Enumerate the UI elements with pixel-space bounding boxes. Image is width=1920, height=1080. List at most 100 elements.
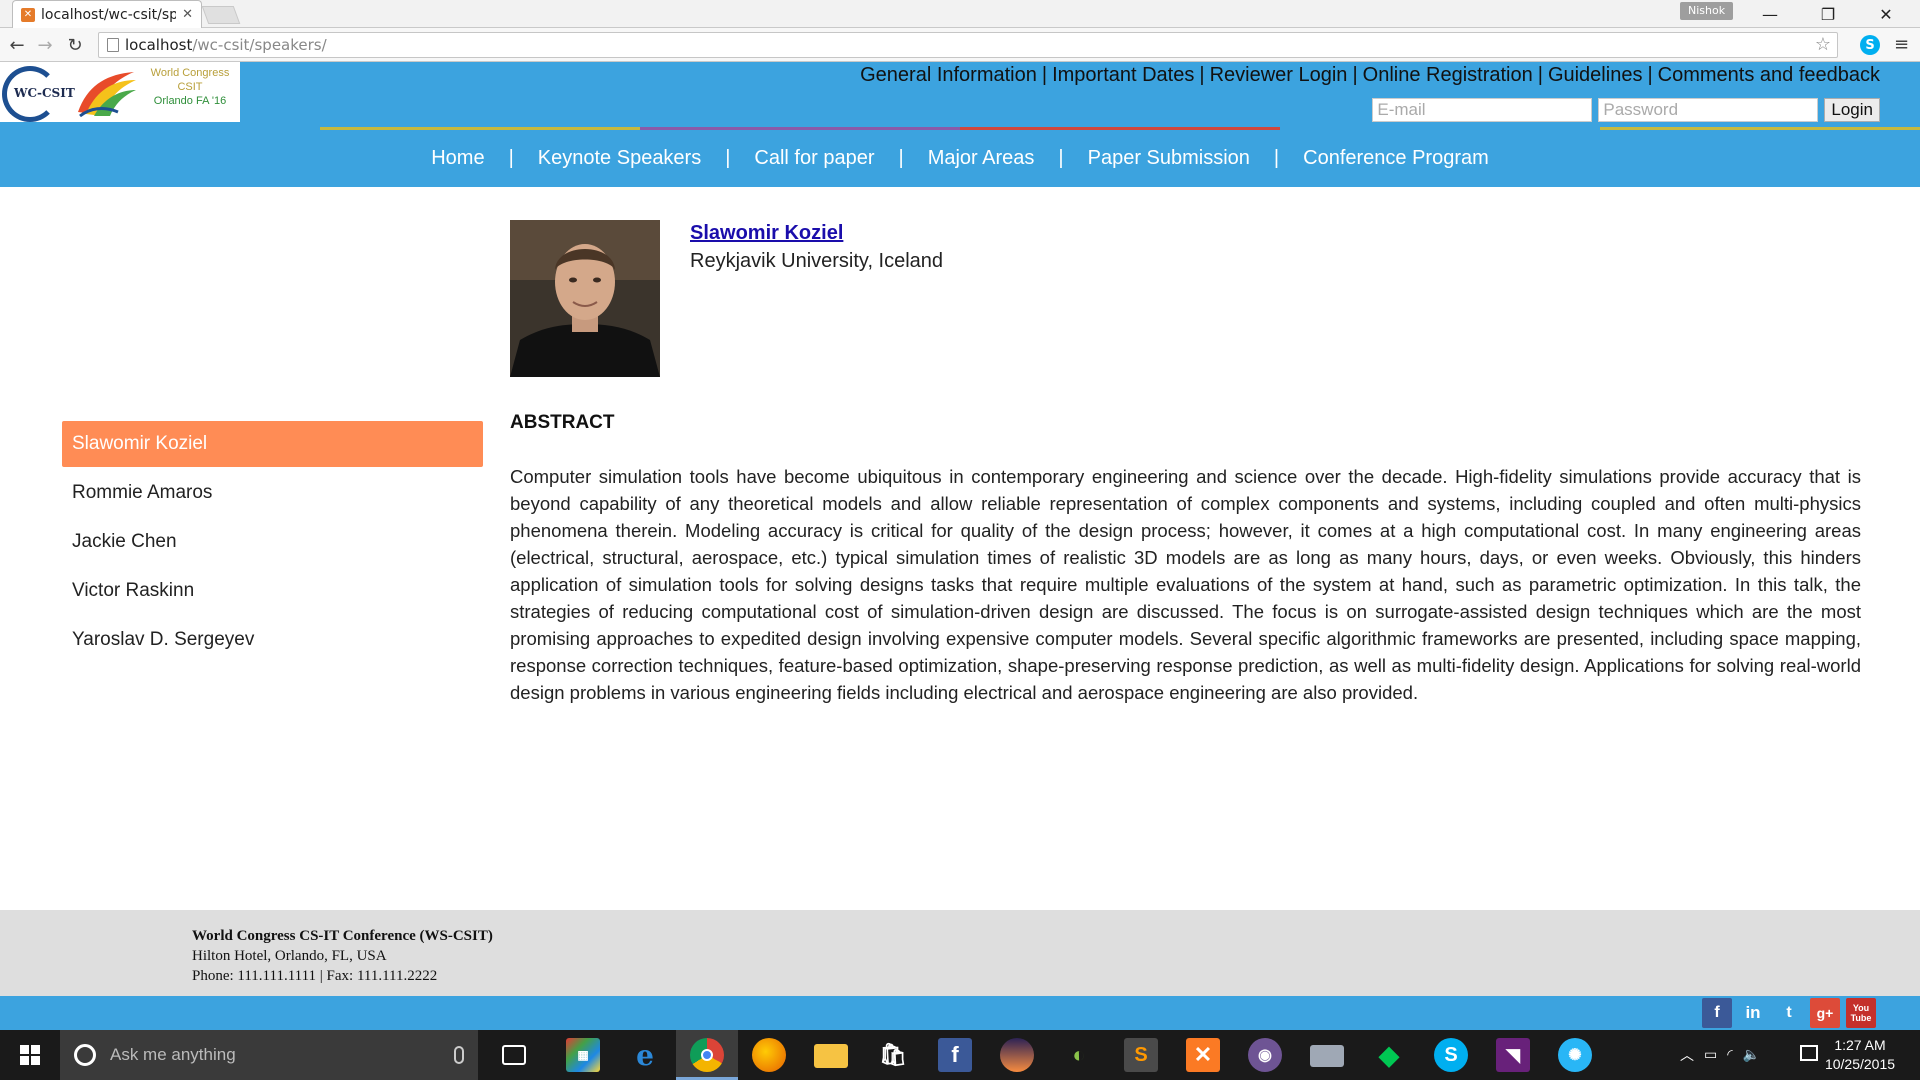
link-online-registration[interactable]: Online Registration	[1363, 64, 1533, 86]
nav-keynote-speakers[interactable]: Keynote Speakers	[514, 147, 725, 170]
xampp-icon[interactable]: ✕	[1186, 1038, 1220, 1072]
wifi-icon[interactable]: ◜	[1727, 1047, 1732, 1063]
login-form: Login	[1372, 98, 1880, 122]
skype-icon[interactable]: S	[1434, 1038, 1468, 1072]
site-footer: World Congress CS-IT Conference (WS-CSIT…	[0, 910, 1920, 996]
login-button[interactable]: Login	[1824, 98, 1880, 122]
clock-time: 1:27 AM	[1834, 1037, 1886, 1053]
logo-text: World Congress CSIT Orlando FA '16	[140, 66, 240, 108]
minimize-icon[interactable]: —	[1744, 0, 1796, 28]
youtube-icon[interactable]: You Tube	[1846, 998, 1876, 1028]
nav-call-for-paper[interactable]: Call for paper	[730, 147, 898, 170]
cortana-search[interactable]: Ask me anything	[60, 1030, 478, 1080]
tab-close-icon[interactable]: ✕	[182, 7, 193, 22]
nav-paper-submission[interactable]: Paper Submission	[1064, 147, 1274, 170]
footer-contact: World Congress CS-IT Conference (WS-CSIT…	[192, 926, 493, 986]
abstract-heading: ABSTRACT	[510, 412, 615, 433]
github-icon[interactable]: ◉	[1248, 1038, 1282, 1072]
clock-date: 10/25/2015	[1824, 1056, 1896, 1072]
speaker-photo	[510, 220, 660, 377]
browser-tab[interactable]: ✕ localhost/wc-csit/spe ✕	[12, 0, 202, 28]
googleplus-icon[interactable]: g+	[1810, 998, 1840, 1028]
sidebar-item-jackie-chen[interactable]: Jackie Chen	[62, 519, 483, 565]
logo-line-1: World Congress	[150, 67, 230, 79]
visual-studio-icon[interactable]: ◥	[1496, 1038, 1530, 1072]
nav-major-areas[interactable]: Major Areas	[904, 147, 1059, 170]
chrome-browser-icon[interactable]	[690, 1038, 724, 1072]
task-view-icon[interactable]	[502, 1045, 526, 1065]
twitter-icon[interactable]: t	[1774, 998, 1804, 1028]
diamond-app-icon[interactable]: ◆	[1372, 1038, 1406, 1072]
browser-tabbar: ✕ localhost/wc-csit/spe ✕ Nishok — ❐ ✕	[0, 0, 1920, 28]
reload-icon[interactable]: ↻	[64, 34, 86, 56]
sidebar-item-slawomir-koziel[interactable]: Slawomir Koziel	[62, 421, 483, 467]
speaker-name-link[interactable]: Slawomir Koziel	[690, 222, 843, 245]
new-tab-button[interactable]	[201, 6, 241, 24]
tab-title: localhost/wc-csit/spe	[41, 6, 177, 23]
top-links: General Information | Important Dates | Revi…	[860, 64, 1880, 87]
microphone-icon[interactable]	[454, 1046, 464, 1064]
forward-arrow-icon[interactable]: →	[34, 34, 56, 56]
sidebar-item-victor-raskinn[interactable]: Victor Raskinn	[62, 568, 483, 614]
edge-browser-icon[interactable]: e	[628, 1038, 662, 1072]
link-separator: |	[1041, 64, 1048, 86]
speaker-affiliation: Reykjavik University, Iceland	[690, 250, 944, 272]
firefox-icon[interactable]	[752, 1038, 786, 1072]
url-host: localhost	[125, 36, 193, 54]
close-window-icon[interactable]: ✕	[1860, 0, 1912, 28]
browser-menu-icon[interactable]: ≡	[1894, 34, 1909, 55]
main-nav: Home | Keynote Speakers | Call for paper…	[0, 130, 1920, 187]
sidebar-item-yaroslav-sergeyev[interactable]: Yaroslav D. Sergeyev	[62, 617, 483, 663]
password-field[interactable]	[1598, 98, 1819, 122]
footer-org: World Congress CS-IT Conference (WS-CSIT…	[192, 928, 493, 944]
remote-desktop-icon[interactable]	[1310, 1045, 1344, 1067]
tray-chevron-icon[interactable]: ︿	[1680, 1045, 1694, 1065]
logo-line-3: Orlando FA '16	[153, 95, 227, 107]
volume-icon[interactable]: 🔈	[1743, 1047, 1760, 1063]
footer-phone: Phone: 111.111.1111 | Fax: 111.111.2222	[192, 968, 438, 984]
facebook-icon[interactable]: f	[1702, 998, 1732, 1028]
abstract-text: Computer simulation tools have become ub…	[510, 466, 1861, 703]
email-field[interactable]	[1372, 98, 1593, 122]
battery-icon[interactable]: ▭	[1704, 1047, 1717, 1063]
sidebar-item-rommie-amaros[interactable]: Rommie Amaros	[62, 470, 483, 516]
profile-badge[interactable]: Nishok	[1680, 2, 1734, 20]
browser-toolbar: ← → ↻ localhost/wc-csit/speakers/ ☆ S ≡	[0, 28, 1920, 62]
cortana-placeholder: Ask me anything	[110, 1045, 236, 1064]
store-icon[interactable]: 🛍	[876, 1038, 910, 1072]
link-important-dates[interactable]: Important Dates	[1052, 64, 1194, 86]
url-path: /wc-csit/speakers/	[192, 36, 327, 54]
logo-swoosh-icon	[78, 72, 136, 118]
android-studio-icon[interactable]: ◐	[1062, 1038, 1096, 1072]
site-favicon-icon: ✕	[21, 7, 35, 22]
footer-address: Hilton Hotel, Orlando, FL, USA	[192, 948, 387, 964]
nav-home[interactable]: Home	[407, 147, 508, 170]
skype-extension-icon[interactable]: S	[1860, 35, 1880, 55]
system-tray: ︿ ▭ ◜ 🔈	[1680, 1030, 1760, 1080]
sublime-text-icon[interactable]: S	[1124, 1038, 1158, 1072]
app-grid-icon[interactable]: ▦	[566, 1038, 600, 1072]
site-header: WC-CSIT World Congress CSIT Orlando FA '…	[0, 62, 1920, 187]
link-separator: |	[1537, 64, 1543, 86]
link-general-information[interactable]: General Information	[860, 64, 1037, 86]
back-arrow-icon[interactable]: ←	[6, 34, 28, 56]
start-button[interactable]	[0, 1030, 60, 1080]
network-app-icon[interactable]: ✺	[1558, 1038, 1592, 1072]
facebook-app-icon[interactable]: f	[938, 1038, 972, 1072]
logo-abbr: WC-CSIT	[14, 86, 75, 100]
eclipse-icon[interactable]	[1000, 1038, 1034, 1072]
file-explorer-icon[interactable]	[814, 1044, 848, 1068]
link-comments-feedback[interactable]: Comments and feedback	[1658, 64, 1880, 86]
notifications-icon[interactable]	[1800, 1045, 1818, 1061]
system-clock[interactable]: 1:27 AM 10/25/2015	[1820, 1036, 1900, 1074]
linkedin-icon[interactable]: in	[1738, 998, 1768, 1028]
restore-icon[interactable]: ❐	[1802, 0, 1854, 28]
link-guidelines[interactable]: Guidelines	[1548, 64, 1643, 86]
link-separator: |	[1199, 64, 1205, 86]
link-reviewer-login[interactable]: Reviewer Login	[1210, 64, 1348, 86]
link-separator: |	[1352, 64, 1358, 86]
address-bar[interactable]: localhost/wc-csit/speakers/ ☆	[98, 32, 1838, 58]
nav-conference-program[interactable]: Conference Program	[1279, 147, 1513, 170]
bookmark-star-icon[interactable]: ☆	[1815, 34, 1831, 55]
site-logo[interactable]: WC-CSIT World Congress CSIT Orlando FA '…	[0, 62, 240, 122]
